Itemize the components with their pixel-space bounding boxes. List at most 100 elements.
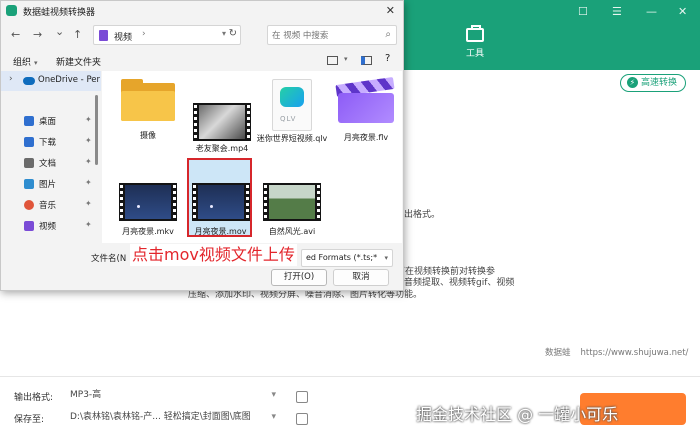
sidebar-item-label: 视频 xyxy=(39,222,57,232)
minimize-icon[interactable]: — xyxy=(646,5,657,18)
folder-icon xyxy=(121,79,175,121)
file-item[interactable]: QLV 迷你世界短视频.qlv xyxy=(256,79,328,144)
up-icon[interactable]: ↑ xyxy=(73,28,82,41)
video-thumbnail-icon xyxy=(193,103,251,141)
chevron-down-icon[interactable]: ▾ xyxy=(341,54,348,64)
back-icon[interactable]: ← xyxy=(11,28,20,41)
output-format-select[interactable]: MP3-高 ▾ xyxy=(66,387,280,403)
file-item[interactable]: 摄像 xyxy=(112,79,184,141)
file-name: 摄像 xyxy=(140,131,156,140)
filename-label: 文件名(N xyxy=(91,254,127,264)
save-to-label: 保存至: xyxy=(14,415,45,425)
document-icon xyxy=(24,158,34,168)
description-fragment: 出格式。 xyxy=(404,210,441,220)
file-item[interactable]: 自然风光.avi xyxy=(256,183,328,237)
video-thumbnail-icon xyxy=(119,183,177,221)
output-format-value: MP3-高 xyxy=(70,390,102,400)
sidebar-item-onedrive[interactable]: › OneDrive - Per xyxy=(1,71,101,91)
file-name: 老友聚会.mp4 xyxy=(195,144,249,153)
sidebar-item-documents[interactable]: 文档 ✦ xyxy=(1,153,101,173)
chevron-right-icon[interactable]: › xyxy=(9,74,13,84)
sidebar-item-downloads[interactable]: 下载 ✦ xyxy=(1,132,101,152)
file-type-select[interactable]: ed Formats (*.ts;* ▾ xyxy=(301,249,393,267)
clapperboard-icon xyxy=(335,77,396,123)
format-settings-icon[interactable] xyxy=(296,391,308,403)
credit-name: 数据蛙 xyxy=(545,348,571,358)
file-type-value: ed Formats (*.ts;* xyxy=(306,253,378,262)
open-button[interactable]: 打开(O) xyxy=(271,269,327,286)
file-name: 月亮夜景.flv xyxy=(343,133,389,142)
new-folder-button[interactable]: 新建文件夹 xyxy=(56,55,101,68)
file-item[interactable]: 月亮夜景.mkv xyxy=(112,183,184,237)
sidebar-scrollbar[interactable] xyxy=(95,95,98,165)
navigation-bar: ← → ⌄ ↑ 视频 › ▾ ↻ ⌕ xyxy=(1,23,403,47)
chevron-down-icon: ▾ xyxy=(271,412,276,422)
toolbox-icon xyxy=(466,25,484,42)
close-app-icon[interactable]: ✕ xyxy=(678,5,687,18)
sidebar-item-music[interactable]: 音乐 ✦ xyxy=(1,195,101,215)
pin-icon: ✦ xyxy=(85,157,92,166)
file-item[interactable]: 老友聚会.mp4 xyxy=(186,79,258,154)
sidebar-item-desktop[interactable]: 桌面 ✦ xyxy=(1,111,101,131)
fast-convert-button[interactable]: ⚡ 高速转换 xyxy=(619,74,686,92)
output-format-label: 输出格式: xyxy=(14,393,54,403)
video-folder-icon xyxy=(99,30,108,41)
dialog-title: 数据蛙视频转换器 xyxy=(23,8,96,18)
video-thumbnail-icon xyxy=(263,183,321,221)
sidebar-item-label: 音乐 xyxy=(39,201,57,211)
pin-icon: ✦ xyxy=(85,178,92,187)
tutorial-annotation: 点击mov视频文件上传 xyxy=(130,244,297,266)
address-path[interactable]: 视频 xyxy=(114,30,132,43)
fast-convert-label: 高速转换 xyxy=(640,78,677,88)
lightning-icon: ⚡ xyxy=(626,77,638,88)
view-options-icon[interactable] xyxy=(327,56,338,65)
highlight-box xyxy=(187,158,252,237)
watermark: 掘金技术社区 @ 一罐小可乐 xyxy=(416,405,619,424)
music-icon xyxy=(24,200,34,210)
search-icon[interactable]: ⌕ xyxy=(385,29,391,40)
refresh-icon[interactable]: ↻ xyxy=(229,28,237,39)
credit-url[interactable]: https://www.shujuwa.net/ xyxy=(581,348,689,358)
chevron-down-icon[interactable]: ▾ xyxy=(222,29,226,38)
sidebar-item-label: 图片 xyxy=(39,180,57,190)
close-icon[interactable]: ✕ xyxy=(386,4,395,17)
qlv-file-icon: QLV xyxy=(272,79,312,131)
navigation-pane: › OneDrive - Per 桌面 ✦ 下载 ✦ 文档 ✦ 图片 ✦ 音乐 … xyxy=(1,71,101,243)
help-icon[interactable]: ? xyxy=(385,53,390,64)
search-box[interactable]: ⌕ xyxy=(267,25,397,45)
video-icon xyxy=(24,221,34,231)
feedback-icon[interactable]: ☐ xyxy=(578,5,588,18)
sidebar-item-videos[interactable]: 视频 ✦ xyxy=(1,216,101,236)
search-input[interactable] xyxy=(272,29,377,42)
tools-button[interactable]: 工具 xyxy=(455,25,495,59)
pin-icon: ✦ xyxy=(85,115,92,124)
recent-locations-icon[interactable]: ⌄ xyxy=(55,25,64,38)
sidebar-item-label: 下载 xyxy=(39,138,57,148)
file-ext: QLV xyxy=(280,115,297,123)
pin-icon: ✦ xyxy=(85,136,92,145)
credit: 数据蛙 https://www.shujuwa.net/ xyxy=(545,346,688,358)
menu-icon[interactable]: ☰ xyxy=(612,5,622,18)
save-path-value: D:\袁林铭\袁林铭-产... 轻松搞定\封面图\底图 xyxy=(70,412,251,422)
chevron-down-icon: ▾ xyxy=(271,390,276,400)
address-bar[interactable]: 视频 › ▾ ↻ xyxy=(93,25,241,45)
file-item[interactable]: 月亮夜景.flv xyxy=(330,77,402,143)
preview-pane-icon[interactable] xyxy=(361,56,372,65)
file-name: 月亮夜景.mkv xyxy=(122,227,174,236)
picture-icon xyxy=(24,179,34,189)
save-path-select[interactable]: D:\袁林铭\袁林铭-产... 轻松搞定\封面图\底图 ▾ xyxy=(66,409,280,425)
file-name: 迷你世界短视频.qlv xyxy=(256,134,328,143)
dialog-titlebar: 数据蛙视频转换器 ✕ xyxy=(1,1,403,21)
sidebar-item-pictures[interactable]: 图片 ✦ xyxy=(1,174,101,194)
forward-icon[interactable]: → xyxy=(33,28,42,41)
tools-label: 工具 xyxy=(465,49,484,59)
cancel-button[interactable]: 取消 xyxy=(333,269,389,286)
sidebar-item-label: 文档 xyxy=(39,159,57,169)
open-folder-icon[interactable] xyxy=(296,413,308,425)
file-name: 自然风光.avi xyxy=(268,227,316,236)
command-bar: 组织 ▾ 新建文件夹 ▾ ? xyxy=(1,51,403,71)
app-logo-icon xyxy=(6,5,17,16)
description-fragment: 可在视频转换前对转换参 xyxy=(396,267,496,277)
desktop-icon xyxy=(24,116,34,126)
organize-button[interactable]: 组织 ▾ xyxy=(13,55,38,68)
